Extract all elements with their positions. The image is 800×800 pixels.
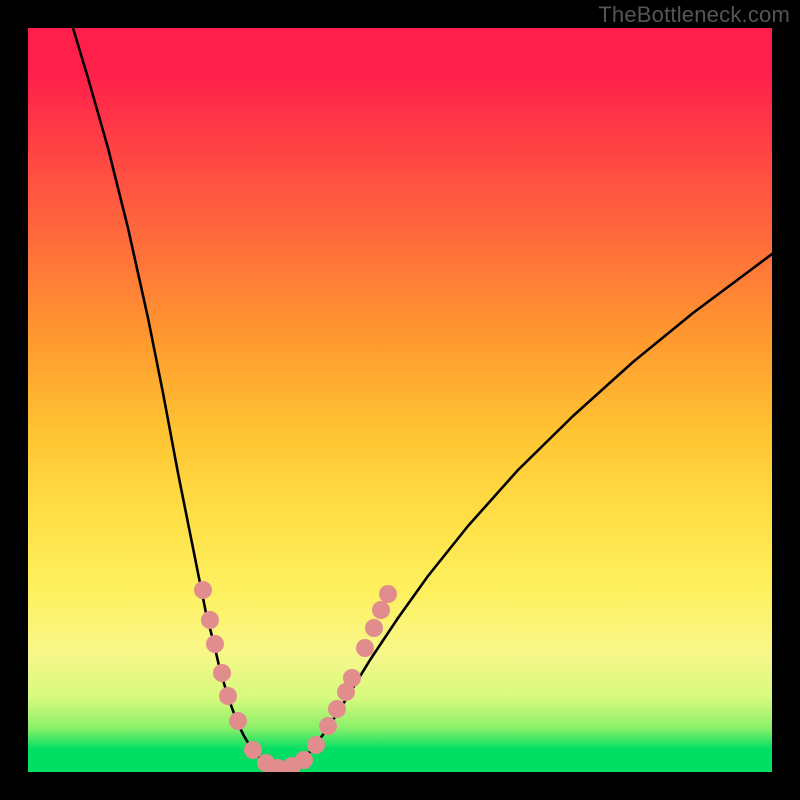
curve-layer (28, 28, 772, 772)
bead-marker (244, 741, 262, 759)
bead-marker (295, 751, 313, 769)
bead-marker (219, 687, 237, 705)
bead-marker (379, 585, 397, 603)
bead-marker (319, 717, 337, 735)
bead-marker (356, 639, 374, 657)
plot-area (28, 28, 772, 772)
bead-marker (194, 581, 212, 599)
chart-stage: TheBottleneck.com (0, 0, 800, 800)
bead-marker (365, 619, 383, 637)
bead-marker (206, 635, 224, 653)
bead-marker (201, 611, 219, 629)
bead-marker (213, 664, 231, 682)
bead-marker (372, 601, 390, 619)
bottleneck-curve (73, 28, 772, 768)
bead-marker (328, 700, 346, 718)
bead-marker (229, 712, 247, 730)
bead-marker (343, 669, 361, 687)
bead-marker (307, 736, 325, 754)
watermark-text: TheBottleneck.com (598, 2, 790, 28)
